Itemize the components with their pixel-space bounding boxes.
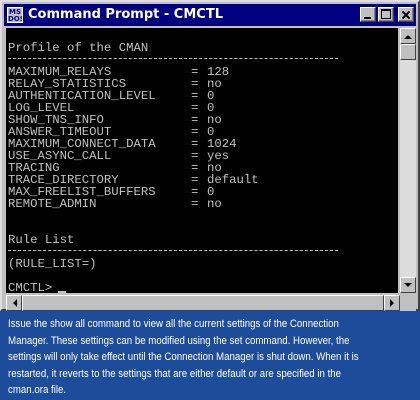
vertical-scroll-thumb[interactable] [400, 44, 416, 60]
maximize-button[interactable] [378, 7, 394, 22]
scroll-up-button[interactable] [400, 28, 416, 44]
rule-list-separator [8, 250, 338, 251]
caption-text: Issue the show all command to view all t… [8, 318, 359, 396]
command-prompt-window: MS DOS Command Prompt - CMCTL Profile of… [0, 0, 420, 311]
horizontal-scroll-thumb[interactable] [22, 295, 384, 311]
console-separator [8, 58, 338, 59]
scrollbar-corner [400, 295, 416, 311]
window-title: Command Prompt - CMCTL [28, 7, 223, 22]
equals-sign: = [191, 197, 199, 211]
title-bar[interactable]: MS DOS Command Prompt - CMCTL [4, 4, 416, 26]
setting-value: default [207, 173, 259, 187]
ms-dos-icon[interactable]: MS DOS [7, 7, 23, 23]
prompt-text: CMCTL> [8, 281, 53, 293]
console-output[interactable]: Profile of the CMAN MAXIMUM_RELAYS = 128 R… [6, 28, 398, 293]
close-button[interactable] [398, 7, 414, 22]
console-heading: Profile of the CMAN [8, 41, 149, 55]
setting-value: no [207, 197, 222, 211]
rule-list-heading: Rule List [8, 233, 75, 247]
scroll-right-icon [390, 299, 398, 307]
setting-row: REMOTE_ADMIN = no [8, 197, 222, 211]
minimize-button[interactable] [360, 7, 376, 22]
rule-list-value: (RULE_LIST=) [8, 257, 97, 271]
caption-panel: Issue the show all command to view all t… [0, 311, 420, 400]
scroll-up-icon [404, 31, 412, 39]
setting-name: REMOTE_ADMIN [8, 197, 97, 211]
command-prompt-line[interactable]: CMCTL> [8, 281, 67, 293]
horizontal-scrollbar[interactable] [6, 295, 400, 311]
scroll-down-icon [404, 283, 412, 291]
text-cursor [58, 291, 67, 293]
scroll-left-icon [9, 299, 17, 307]
scroll-left-button[interactable] [6, 295, 22, 311]
scroll-down-button[interactable] [400, 277, 416, 293]
scroll-right-button[interactable] [384, 295, 400, 311]
vertical-scrollbar[interactable] [400, 28, 416, 293]
